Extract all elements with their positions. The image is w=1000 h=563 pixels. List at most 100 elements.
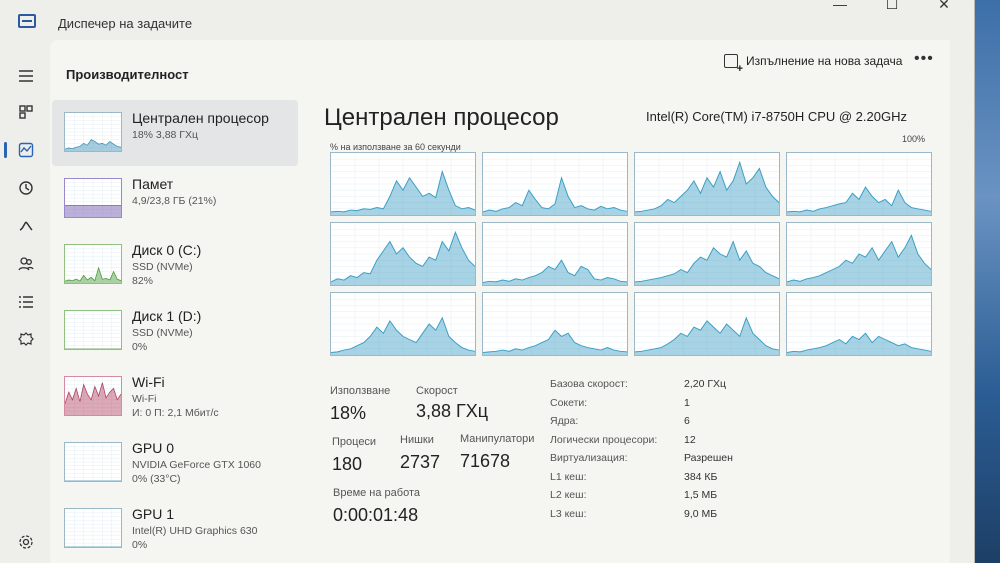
spec-value: 1,5 МБ [684, 489, 718, 501]
utilization-max-label: 100% [902, 134, 926, 144]
spec-value: 1 [684, 396, 690, 409]
spec-label: Ядра: [550, 415, 579, 427]
window-title: Диспечер на задачите [58, 16, 193, 31]
threads-label: Нишки [400, 434, 434, 446]
services-icon[interactable] [12, 326, 40, 354]
resource-detail: Wi-Fi [132, 393, 157, 405]
processes-label: Процеси [332, 436, 377, 448]
resource-name: Централен процесор [132, 110, 269, 126]
task-manager-icon [18, 14, 36, 28]
spec-value: 6 [684, 415, 690, 427]
uptime-value: 0:00:01:48 [333, 505, 419, 525]
speed-label: Скорост [416, 385, 458, 397]
resource-item[interactable]: GPU 1 Intel(R) UHD Graphics 630 0% [52, 496, 298, 562]
threads-value: 2737 [400, 452, 441, 472]
resource-detail-secondary: 82% [132, 275, 154, 287]
hamburger-icon[interactable] [12, 62, 40, 90]
processes-value: 180 [332, 454, 363, 474]
run-new-task-label: Изпълнение на нова задача [746, 54, 903, 68]
window-controls: — ☐ ✕ [829, 0, 955, 13]
resource-detail: SSD (NVMe) [132, 261, 193, 273]
usage-value: 18% [330, 403, 367, 423]
spec-label: Базова скорост: [550, 378, 628, 390]
spec-value: Разрешен [684, 452, 733, 464]
performance-icon[interactable] [4, 136, 40, 164]
navigation-rail [0, 40, 50, 563]
resource-detail-secondary: 0% [132, 341, 148, 353]
spec-value: 9,0 МБ [684, 507, 718, 520]
logical-processor-graph [330, 292, 476, 356]
resource-item[interactable]: Памет 4,9/23,8 ГБ (21%) [52, 166, 298, 232]
resource-detail: 18% 3,88 ГХц [132, 129, 198, 141]
resource-detail: Intel(R) UHD Graphics 630 [132, 525, 258, 537]
spec-value: 384 КБ [684, 470, 718, 483]
more-options-button[interactable]: ••• [914, 50, 934, 68]
resource-name: Диск 0 (C:) [132, 242, 202, 258]
resource-item[interactable]: Централен процесор 18% 3,88 ГХц [52, 100, 298, 166]
minimize-button[interactable]: — [829, 0, 851, 13]
logical-processor-graph [634, 292, 780, 356]
logical-processor-graph [634, 152, 780, 216]
speed-value: 3,88 ГХц [416, 401, 489, 421]
logical-processor-graph [330, 152, 476, 216]
resource-detail: 4,9/23,8 ГБ (21%) [132, 195, 217, 207]
details-icon[interactable] [12, 288, 40, 316]
resource-name: Памет [132, 176, 174, 192]
spec-label: L2 кеш: [550, 489, 587, 501]
cpu-model-name: Intel(R) Core(TM) i7-8750H CPU @ 2.20GHz [646, 109, 907, 124]
resource-item[interactable]: Диск 0 (C:) SSD (NVMe) 82% [52, 232, 298, 298]
logical-processor-graph [786, 292, 932, 356]
resource-detail-secondary: И: 0 П: 2,1 Мбит/с [132, 407, 219, 419]
maximize-button[interactable]: ☐ [881, 0, 903, 13]
title-bar: Диспечер на задачите — ☐ ✕ [0, 0, 975, 40]
spec-label: Логически процесори: [550, 433, 658, 446]
cpu-heading: Централен процесор [324, 104, 559, 131]
app-history-icon[interactable] [12, 174, 40, 202]
logical-processor-graph [330, 222, 476, 286]
spec-label: L1 кеш: [550, 470, 587, 483]
resource-name: GPU 0 [132, 440, 175, 456]
resource-detail-secondary: 0% (33°C) [132, 473, 181, 485]
utilization-caption: % на използване за 60 секунди [330, 142, 461, 152]
resource-detail: SSD (NVMe) [132, 327, 193, 339]
resource-thumbnail-graph [64, 310, 122, 350]
resource-thumbnail-graph [64, 508, 122, 548]
handles-value: 71678 [460, 451, 511, 471]
resource-detail-secondary: 0% [132, 539, 148, 551]
logical-processor-graphs [330, 152, 936, 360]
usage-label: Използване [330, 385, 391, 397]
logical-processor-graph [482, 292, 628, 356]
resource-item[interactable]: GPU 0 NVIDIA GeForce GTX 1060 0% (33°C) [52, 430, 298, 496]
resource-thumbnail-graph [64, 376, 122, 416]
spec-label: Сокети: [550, 396, 588, 409]
new-task-icon [724, 54, 743, 75]
logical-processor-graph [482, 222, 628, 286]
run-new-task-button[interactable]: Изпълнение на нова задача [724, 54, 903, 75]
handles-label: Манипулатори [460, 433, 535, 445]
resource-thumbnail-graph [64, 442, 122, 482]
usage-area [65, 139, 121, 151]
spec-value: 2,20 ГХц [684, 378, 727, 390]
resource-list: Централен процесор 18% 3,88 ГХц Памет 4,9/2… [52, 100, 298, 562]
settings-icon[interactable] [12, 528, 40, 556]
logical-processor-graph [482, 152, 628, 216]
page-title: Производителност [66, 67, 189, 82]
close-button[interactable]: ✕ [933, 0, 955, 13]
resource-name: GPU 1 [132, 506, 175, 522]
logical-processor-graph [786, 152, 932, 216]
users-icon[interactable] [12, 250, 40, 278]
performance-panel: Производителност Изпълнение на нова зада… [50, 40, 950, 563]
resource-name: Диск 1 (D:) [132, 308, 202, 324]
spec-label: Виртуализация: [550, 452, 628, 464]
logical-processor-graph [634, 222, 780, 286]
resource-name: Wi-Fi [132, 374, 165, 390]
usage-area [65, 205, 121, 217]
resource-thumbnail-graph [64, 244, 122, 284]
processes-icon[interactable] [12, 98, 40, 126]
spec-label: L3 кеш: [550, 507, 587, 520]
task-manager-window: Диспечер на задачите — ☐ ✕ Производителн… [0, 0, 975, 563]
startup-icon[interactable] [12, 212, 40, 240]
uptime-label: Време на работа [333, 487, 421, 499]
resource-item[interactable]: Диск 1 (D:) SSD (NVMe) 0% [52, 298, 298, 364]
resource-item[interactable]: Wi-Fi Wi-Fi И: 0 П: 2,1 Мбит/с [52, 364, 298, 430]
